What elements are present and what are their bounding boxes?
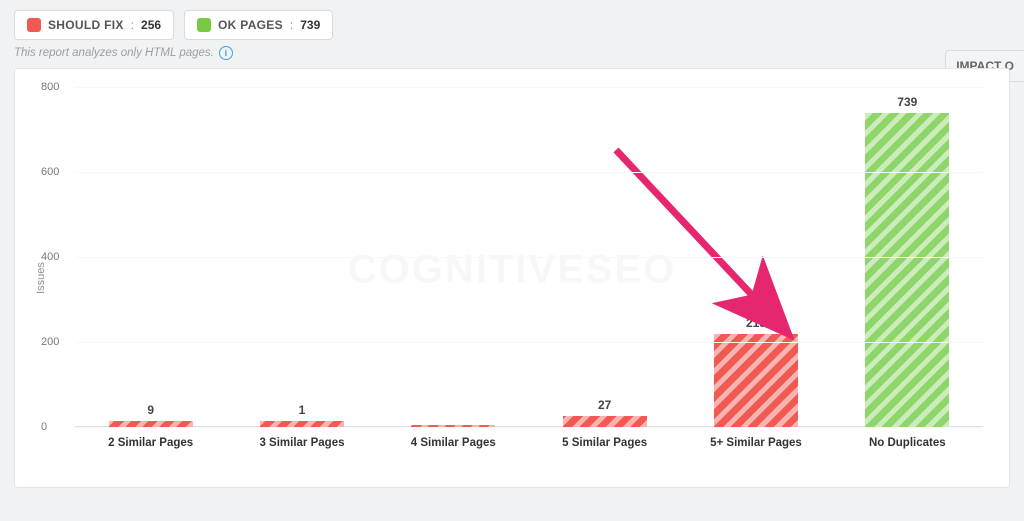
report-note: This report analyzes only HTML pages. i xyxy=(0,46,1024,68)
bar-value-label: 1 xyxy=(299,403,306,417)
should-fix-chip[interactable]: SHOULD FIX : 256 xyxy=(14,10,174,40)
bar-value-label: 739 xyxy=(897,95,917,109)
bar[interactable] xyxy=(865,113,949,427)
y-tick: 200 xyxy=(41,336,59,348)
x-tick-label: 5+ Similar Pages xyxy=(696,437,816,449)
x-axis: 2 Similar Pages 3 Similar Pages 4 Similar … xyxy=(75,437,983,449)
y-tick: 0 xyxy=(41,421,47,433)
should-fix-swatch xyxy=(27,18,41,32)
chart-card: Issues COGNITIVESEO 9127219739 020040060… xyxy=(14,68,1010,488)
ok-pages-count: 739 xyxy=(300,18,320,32)
ok-pages-label: OK PAGES xyxy=(218,18,283,32)
ok-pages-chip[interactable]: OK PAGES : 739 xyxy=(184,10,333,40)
bar-column: 1 xyxy=(242,403,362,427)
bar-value-label: 27 xyxy=(598,398,611,412)
x-tick-label: 3 Similar Pages xyxy=(242,437,362,449)
y-tick: 800 xyxy=(41,81,59,93)
should-fix-count: 256 xyxy=(141,18,161,32)
bar-column: 739 xyxy=(847,95,967,427)
bar-column: 27 xyxy=(545,398,665,427)
info-icon[interactable]: i xyxy=(219,46,233,60)
y-tick: 400 xyxy=(41,251,59,263)
ok-pages-swatch xyxy=(197,18,211,32)
x-tick-label: No Duplicates xyxy=(847,437,967,449)
bar-column: 219 xyxy=(696,316,816,427)
x-tick-label: 2 Similar Pages xyxy=(91,437,211,449)
chart-plot: 9127219739 0200400600800 xyxy=(75,87,983,427)
bar[interactable] xyxy=(714,334,798,427)
x-tick-label: 5 Similar Pages xyxy=(545,437,665,449)
bar-value-label: 219 xyxy=(746,316,766,330)
should-fix-label: SHOULD FIX xyxy=(48,18,124,32)
x-tick-label: 4 Similar Pages xyxy=(393,437,513,449)
bar-value-label: 9 xyxy=(147,403,154,417)
bar[interactable] xyxy=(563,416,647,427)
bar-column: 9 xyxy=(91,403,211,427)
y-tick: 600 xyxy=(41,166,59,178)
y-axis-label: Issues xyxy=(35,262,47,294)
